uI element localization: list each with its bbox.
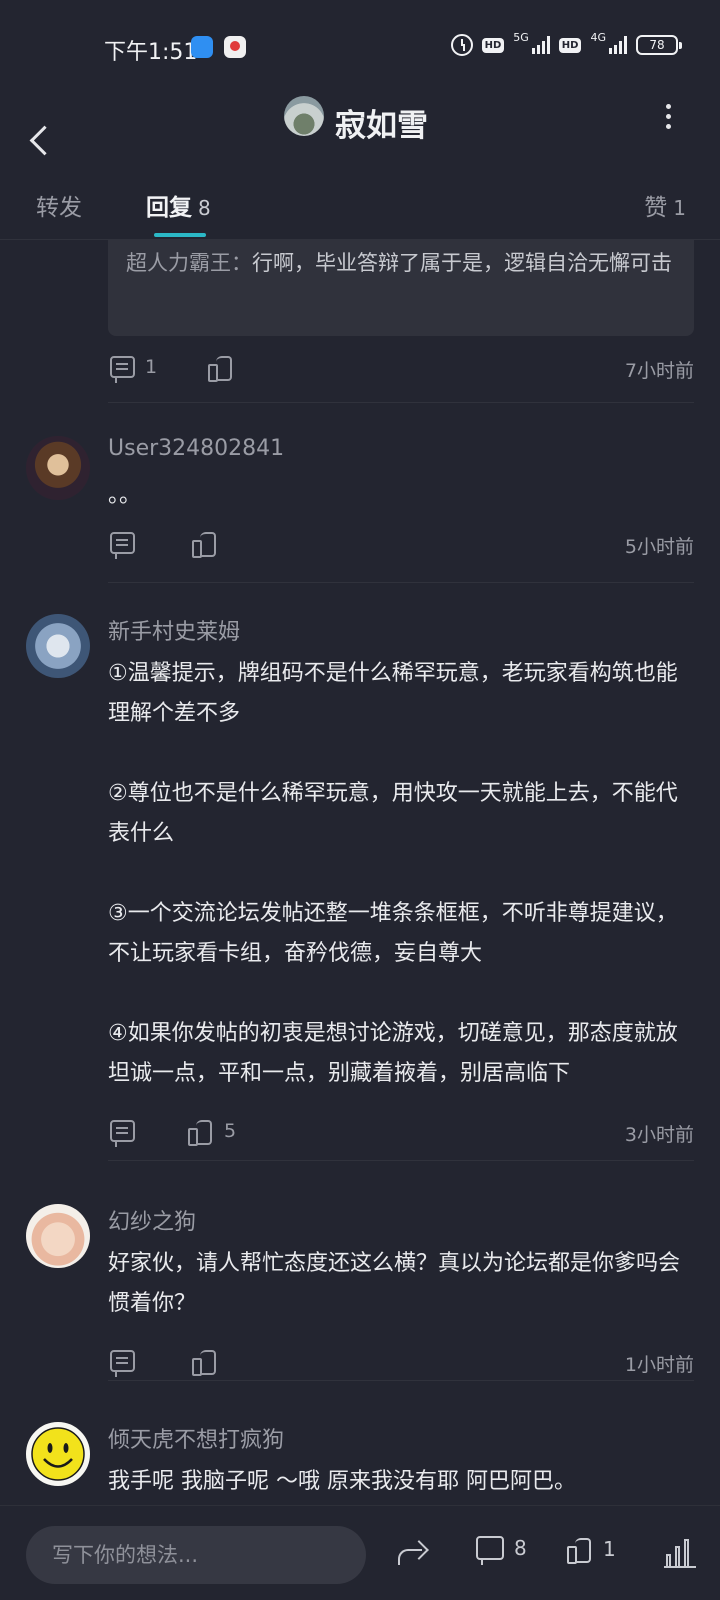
comment-input[interactable]: 写下你的想法... <box>26 1526 366 1584</box>
timestamp: 5小时前 <box>624 536 694 558</box>
like-button[interactable]: 5 <box>188 1118 237 1146</box>
reply-button[interactable] <box>110 1120 135 1147</box>
network-5g-label: 5G <box>513 30 529 44</box>
avatar[interactable] <box>26 614 90 678</box>
like-button[interactable] <box>192 530 228 558</box>
tab-reply[interactable]: 回复 8 <box>146 188 211 222</box>
comment-icon <box>110 1350 135 1377</box>
timestamp: 3小时前 <box>624 1124 694 1146</box>
comment-actions: 1小时前 <box>108 1342 694 1382</box>
divider <box>108 1160 694 1161</box>
timestamp: 7小时前 <box>624 360 694 382</box>
thumbs-up-icon <box>192 1348 218 1376</box>
more-options-icon[interactable] <box>664 104 672 130</box>
list-item: User324802841 。。 5小时前 <box>0 436 720 562</box>
active-tab-indicator <box>154 233 206 237</box>
comment-icon <box>110 532 135 559</box>
thumbs-up-icon <box>192 530 218 558</box>
like-button[interactable] <box>192 1348 228 1376</box>
status-time: 下午1:51 <box>104 40 198 65</box>
reply-button[interactable]: 1 <box>110 356 158 383</box>
battery-icon: 78 <box>636 35 682 55</box>
reply-count: 1 <box>145 356 158 378</box>
timestamp: 1小时前 <box>624 1354 694 1376</box>
app-notification-icon <box>191 36 213 58</box>
status-indicators: HD 5G HD 4G 78 <box>450 30 682 56</box>
tab-forward-label: 转发 <box>36 195 82 221</box>
comments-button[interactable]: 8 <box>476 1536 527 1565</box>
smiley-avatar[interactable] <box>26 1422 90 1486</box>
comment-actions: 5小时前 <box>108 524 694 564</box>
avatar[interactable] <box>26 1204 90 1268</box>
quoted-reply[interactable]: 超人力霸王：行啊，毕业答辩了属于是，逻辑自洽无懈可击 <box>108 240 694 336</box>
quoted-reply-text: 行啊，毕业答辩了属于是，逻辑自洽无懈可击 <box>252 251 672 275</box>
thumbs-up-icon <box>567 1536 593 1564</box>
tab-like-count: 1 <box>673 196 686 220</box>
like-count: 5 <box>224 1120 237 1142</box>
comment-icon <box>110 1120 135 1147</box>
tab-forward[interactable]: 转发 <box>36 188 82 222</box>
comment-icon <box>476 1536 504 1565</box>
divider <box>108 1380 694 1381</box>
bottom-action-bar: 写下你的想法... 8 1 <box>0 1505 720 1600</box>
comment-total: 8 <box>514 1536 527 1560</box>
comment-actions: 5 3小时前 <box>108 1112 694 1152</box>
list-item: 新手村史莱姆 ①温馨提示，牌组码不是什么稀罕玩意，老玩家看构筑也能理解个差不多 … <box>0 614 720 1154</box>
tab-bar: 转发 回复 8 赞1 <box>0 180 720 240</box>
username[interactable]: 新手村史莱姆 <box>108 614 240 646</box>
comment-text: 我手呢 我脑子呢 ～哦 原来我没有耶 阿巴阿巴。 <box>108 1469 576 1494</box>
username[interactable]: User324802841 <box>108 436 284 461</box>
comment-text: ①温馨提示，牌组码不是什么稀罕玩意，老玩家看构筑也能理解个差不多 ②尊位也不是什… <box>108 661 678 1086</box>
comment-icon <box>110 356 135 383</box>
like-button[interactable] <box>208 354 234 382</box>
reply-button[interactable] <box>110 1350 135 1377</box>
smiley-face-icon <box>31 1427 85 1481</box>
thumbs-up-icon <box>188 1118 214 1146</box>
alarm-icon <box>450 34 473 56</box>
hd-badge-2: HD <box>558 37 582 53</box>
comment-text: 。。 <box>108 483 142 508</box>
divider <box>108 402 694 403</box>
list-item: 倾天虎不想打疯狗 我手呢 我脑子呢 ～哦 原来我没有耶 阿巴阿巴。 <box>0 1422 720 1505</box>
signal-icon-2 <box>609 36 627 54</box>
reply-list[interactable]: 超人力霸王：行啊，毕业答辩了属于是，逻辑自洽无懈可击 1 7小时前 User32… <box>0 240 720 1505</box>
status-bar: 下午1:51 HD 5G HD 4G 78 <box>0 0 720 95</box>
reply-button[interactable] <box>110 532 135 559</box>
quoted-reply-author[interactable]: 超人力霸王： <box>126 251 252 275</box>
hd-badge: HD <box>481 37 505 53</box>
thumbs-up-icon <box>208 354 234 382</box>
like-total: 1 <box>603 1537 616 1561</box>
map-notification-icon <box>224 36 246 58</box>
tab-like-label: 赞 <box>644 195 668 221</box>
signal-icon <box>531 36 550 54</box>
username[interactable]: 倾天虎不想打疯狗 <box>108 1422 284 1454</box>
page-title[interactable]: 寂如雪 <box>335 100 428 145</box>
header-avatar[interactable] <box>284 96 324 136</box>
network-4g-label: 4G <box>590 30 606 44</box>
divider <box>108 582 694 583</box>
back-arrow-icon[interactable] <box>26 122 56 162</box>
comment-text: 好家伙，请人帮忙态度还这么横？真以为论坛都是你爹吗会惯着你？ <box>108 1251 681 1316</box>
like-post-button[interactable]: 1 <box>567 1536 616 1564</box>
stats-icon[interactable] <box>664 1538 696 1568</box>
username[interactable]: 幻纱之狗 <box>108 1204 196 1236</box>
share-icon[interactable] <box>396 1540 428 1568</box>
tab-reply-label: 回复 <box>146 195 192 221</box>
tab-like[interactable]: 赞1 <box>644 188 686 222</box>
comment-actions: 1 7小时前 <box>108 348 694 388</box>
tab-reply-count: 8 <box>198 196 211 220</box>
list-item: 幻纱之狗 好家伙，请人帮忙态度还这么横？真以为论坛都是你爹吗会惯着你？ 1小时前 <box>0 1204 720 1384</box>
avatar[interactable] <box>26 436 90 500</box>
